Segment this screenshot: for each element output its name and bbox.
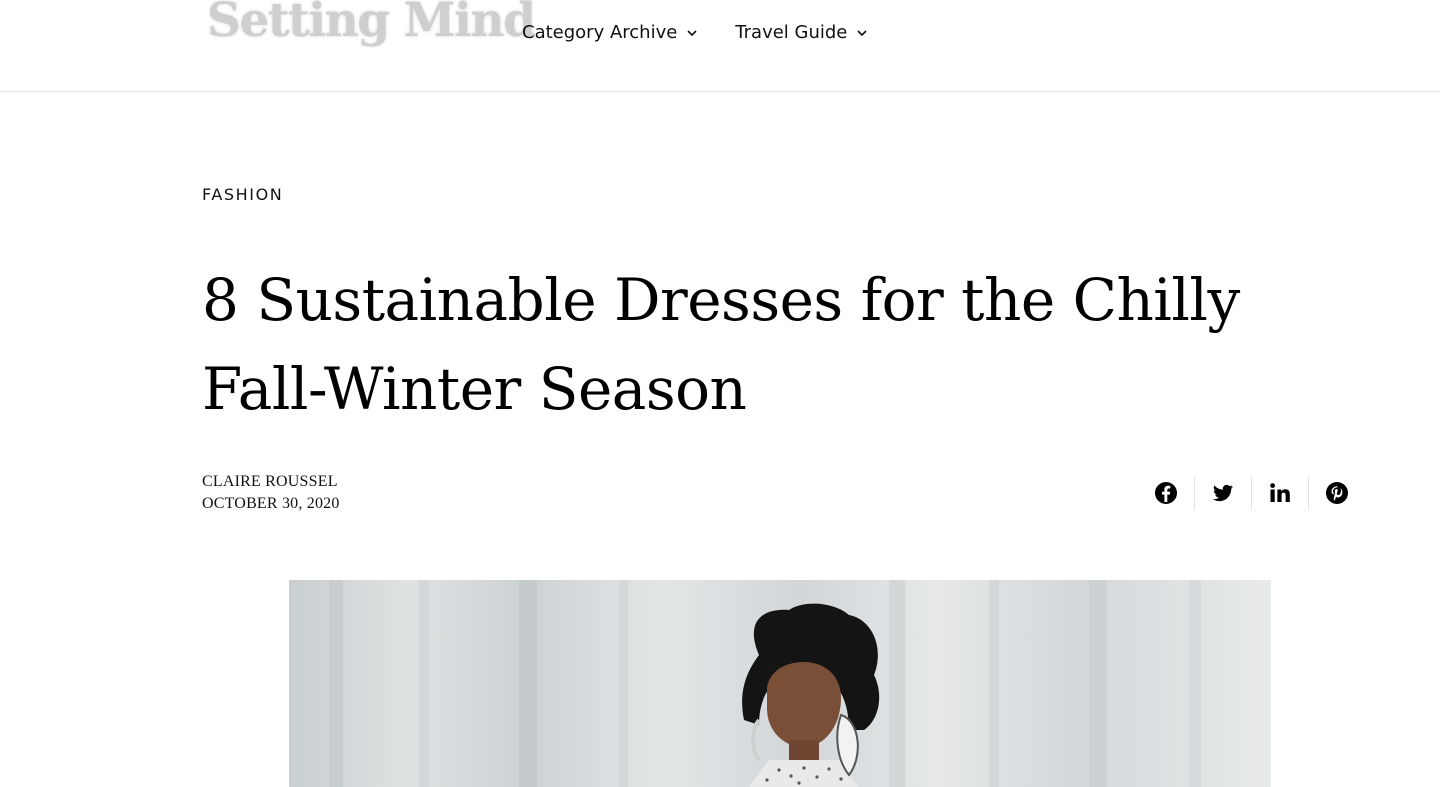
chevron-down-icon <box>857 29 867 36</box>
chevron-down-icon <box>687 29 697 36</box>
nav-item-travel-guide[interactable]: Travel Guide <box>735 22 868 43</box>
share-pinterest-button[interactable] <box>1308 476 1365 510</box>
article-title: 8 Sustainable Dresses for the Chilly Fal… <box>202 266 1240 423</box>
nav-item-category-archive[interactable]: Category Archive <box>522 22 698 43</box>
share-twitter-button[interactable] <box>1194 476 1251 510</box>
share-linkedin-button[interactable] <box>1251 476 1308 510</box>
site-header: Setting Mind Category Archive Travel Gui… <box>0 0 1440 92</box>
hero-image <box>289 580 1271 787</box>
nav-item-label: Travel Guide <box>735 22 848 43</box>
pinterest-icon <box>1326 482 1348 504</box>
twitter-icon <box>1212 484 1234 502</box>
nav-item-label: Category Archive <box>522 22 678 43</box>
author-name[interactable]: CLAIRE ROUSSEL <box>202 471 340 493</box>
byline: CLAIRE ROUSSEL OCTOBER 30, 2020 <box>202 471 340 515</box>
publish-date: OCTOBER 30, 2020 <box>202 495 340 512</box>
share-facebook-button[interactable] <box>1138 476 1194 510</box>
site-logo[interactable]: Setting Mind <box>207 0 536 48</box>
main-nav: Category Archive Travel Guide <box>522 22 868 43</box>
facebook-icon <box>1155 482 1177 504</box>
linkedin-icon <box>1270 483 1290 502</box>
share-bar <box>1138 476 1365 510</box>
category-link[interactable]: FASHION <box>202 185 283 204</box>
hero-photo <box>329 580 1201 787</box>
